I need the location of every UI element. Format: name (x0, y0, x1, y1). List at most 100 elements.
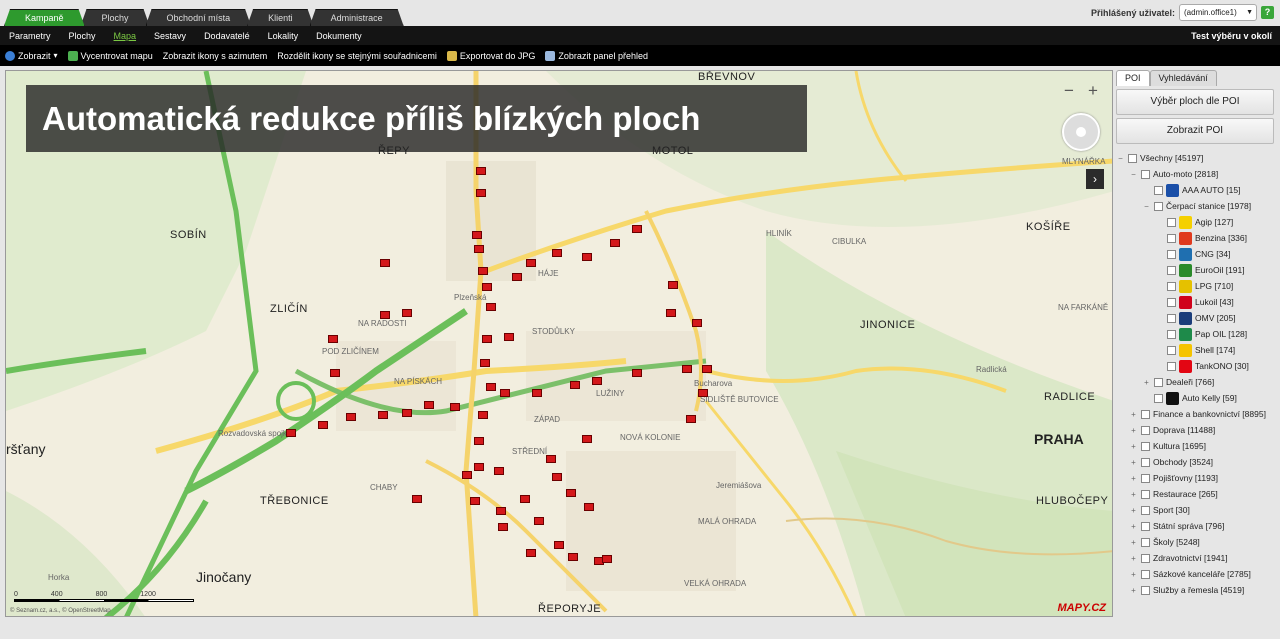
billboard-marker-icon[interactable] (496, 507, 506, 515)
poi-tree-node[interactable]: Pap OIL [128] (1116, 326, 1280, 342)
poi-checkbox[interactable] (1141, 409, 1150, 419)
billboard-marker-icon[interactable] (520, 495, 530, 503)
zoom-in-button[interactable]: + (1084, 81, 1102, 101)
zoom-out-button[interactable]: − (1060, 81, 1078, 101)
subnav-plochy[interactable]: Plochy (60, 31, 105, 41)
expand-icon[interactable]: + (1129, 570, 1138, 579)
poi-tree-node[interactable]: + Doprava [11488] (1116, 422, 1280, 438)
billboard-marker-icon[interactable] (482, 335, 492, 343)
billboard-marker-icon[interactable] (450, 403, 460, 411)
poi-tree-node[interactable]: − Auto-moto [2818] (1116, 166, 1280, 182)
billboard-marker-icon[interactable] (486, 383, 496, 391)
billboard-marker-icon[interactable] (482, 283, 492, 291)
poi-checkbox[interactable] (1141, 537, 1150, 547)
billboard-marker-icon[interactable] (582, 435, 592, 443)
poi-tree-node[interactable]: TankONO [30] (1116, 358, 1280, 374)
billboard-marker-icon[interactable] (378, 411, 388, 419)
poi-checkbox[interactable] (1167, 233, 1176, 243)
expand-icon[interactable]: + (1129, 426, 1138, 435)
billboard-marker-icon[interactable] (474, 463, 484, 471)
select-by-poi-button[interactable]: Výběr ploch dle POI (1116, 89, 1274, 115)
billboard-marker-icon[interactable] (682, 365, 692, 373)
poi-tree-node[interactable]: Lukoil [43] (1116, 294, 1280, 310)
poi-checkbox[interactable] (1154, 393, 1163, 403)
billboard-marker-icon[interactable] (568, 553, 578, 561)
tab-obchodni-mista[interactable]: Obchodní místa (146, 9, 252, 26)
subnav-parametry[interactable]: Parametry (0, 31, 60, 41)
expand-icon[interactable]: + (1129, 490, 1138, 499)
poi-checkbox[interactable] (1141, 425, 1150, 435)
expand-icon[interactable]: + (1129, 522, 1138, 531)
poi-tree-node[interactable]: − Všechny [45197] (1116, 150, 1280, 166)
poi-tree-node[interactable]: + Sport [30] (1116, 502, 1280, 518)
poi-checkbox[interactable] (1141, 569, 1150, 579)
billboard-marker-icon[interactable] (686, 415, 696, 423)
expand-icon[interactable]: + (1129, 458, 1138, 467)
billboard-marker-icon[interactable] (566, 489, 576, 497)
subnav-mapa[interactable]: Mapa (105, 31, 146, 41)
billboard-marker-icon[interactable] (504, 333, 514, 341)
expand-arrow-button[interactable]: › (1086, 169, 1104, 189)
billboard-marker-icon[interactable] (474, 437, 484, 445)
poi-tree-node[interactable]: CNG [34] (1116, 246, 1280, 262)
expand-icon[interactable]: + (1129, 506, 1138, 515)
azimuth-icons-button[interactable]: Zobrazit ikony s azimutem (158, 51, 273, 61)
poi-checkbox[interactable] (1167, 329, 1176, 339)
billboard-marker-icon[interactable] (380, 311, 390, 319)
billboard-marker-icon[interactable] (698, 389, 708, 397)
collapse-icon[interactable]: − (1142, 202, 1151, 211)
poi-tree-node[interactable]: + Obchody [3524] (1116, 454, 1280, 470)
tab-vyhledavani[interactable]: Vyhledávání (1149, 70, 1217, 86)
billboard-marker-icon[interactable] (582, 253, 592, 261)
billboard-marker-icon[interactable] (526, 549, 536, 557)
billboard-marker-icon[interactable] (424, 401, 434, 409)
tab-kampane[interactable]: Kampaně (4, 9, 85, 26)
poi-checkbox[interactable] (1141, 585, 1150, 595)
split-icons-button[interactable]: Rozdělit ikony se stejnými souřadnicemi (272, 51, 442, 61)
expand-icon[interactable]: + (1129, 586, 1138, 595)
poi-tree-node[interactable]: + Finance a bankovnictví [8895] (1116, 406, 1280, 422)
subnav-dokumenty[interactable]: Dokumenty (307, 31, 371, 41)
tab-poi[interactable]: POI (1116, 70, 1150, 86)
billboard-marker-icon[interactable] (402, 409, 412, 417)
poi-checkbox[interactable] (1167, 345, 1176, 355)
poi-checkbox[interactable] (1167, 249, 1176, 259)
billboard-marker-icon[interactable] (286, 429, 296, 437)
expand-icon[interactable]: + (1129, 410, 1138, 419)
billboard-marker-icon[interactable] (546, 455, 556, 463)
expand-icon[interactable]: + (1129, 554, 1138, 563)
billboard-marker-icon[interactable] (592, 377, 602, 385)
poi-tree-node[interactable]: + Státní správa [796] (1116, 518, 1280, 534)
billboard-marker-icon[interactable] (668, 281, 678, 289)
billboard-marker-icon[interactable] (534, 517, 544, 525)
subnav-lokality[interactable]: Lokality (259, 31, 308, 41)
map-view[interactable]: Automatická redukce příliš blízkých ploc… (5, 70, 1113, 617)
poi-checkbox[interactable] (1141, 169, 1150, 179)
billboard-marker-icon[interactable] (532, 389, 542, 397)
poi-tree-node[interactable]: + Školy [5248] (1116, 534, 1280, 550)
billboard-marker-icon[interactable] (512, 273, 522, 281)
poi-tree-node[interactable]: + Pojišťovny [1193] (1116, 470, 1280, 486)
show-dropdown-button[interactable]: Zobrazit ▾ (0, 50, 63, 61)
billboard-marker-icon[interactable] (692, 319, 702, 327)
poi-tree-node[interactable]: − Čerpací stanice [1978] (1116, 198, 1280, 214)
billboard-marker-icon[interactable] (526, 259, 536, 267)
billboard-marker-icon[interactable] (328, 335, 338, 343)
expand-icon[interactable]: + (1129, 538, 1138, 547)
billboard-marker-icon[interactable] (570, 381, 580, 389)
billboard-marker-icon[interactable] (632, 225, 642, 233)
billboard-marker-icon[interactable] (552, 473, 562, 481)
expand-icon[interactable]: + (1129, 474, 1138, 483)
billboard-marker-icon[interactable] (584, 503, 594, 511)
center-map-button[interactable]: Vycentrovat mapu (63, 50, 158, 61)
help-button[interactable]: ? (1261, 6, 1274, 19)
poi-tree-node[interactable]: + Dealeři [766] (1116, 374, 1280, 390)
poi-tree-node[interactable]: + Kultura [1695] (1116, 438, 1280, 454)
billboard-marker-icon[interactable] (346, 413, 356, 421)
poi-checkbox[interactable] (1141, 441, 1150, 451)
collapse-icon[interactable]: − (1116, 154, 1125, 163)
poi-checkbox[interactable] (1167, 281, 1176, 291)
poi-checkbox[interactable] (1167, 297, 1176, 307)
billboard-marker-icon[interactable] (666, 309, 676, 317)
billboard-marker-icon[interactable] (474, 245, 484, 253)
